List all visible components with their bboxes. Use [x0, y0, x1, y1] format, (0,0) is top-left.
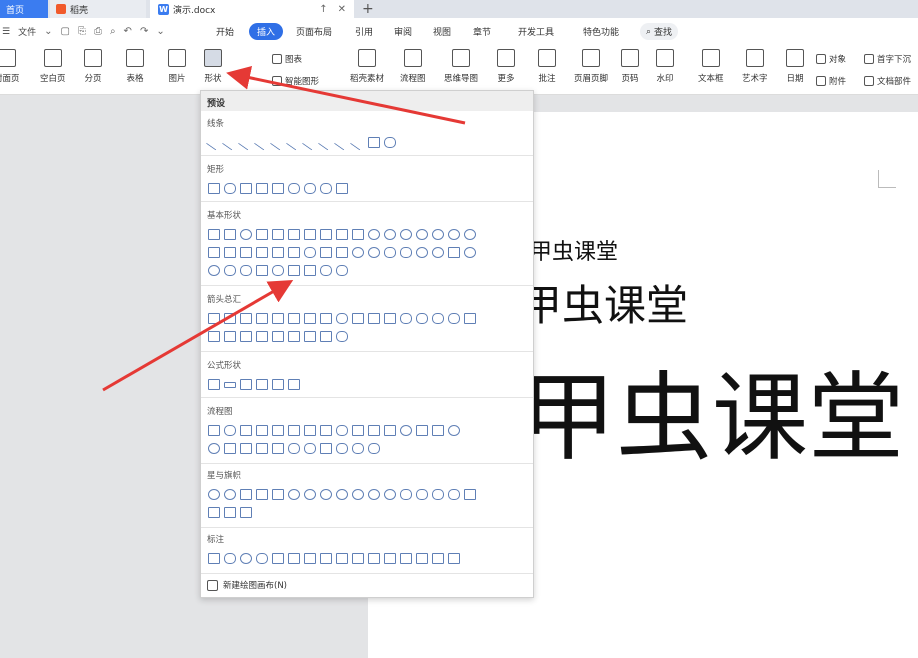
arrow-to-shape-button: [226, 65, 466, 125]
arrow-to-brace-shape: [102, 279, 294, 392]
annotation-arrows: [102, 65, 466, 392]
